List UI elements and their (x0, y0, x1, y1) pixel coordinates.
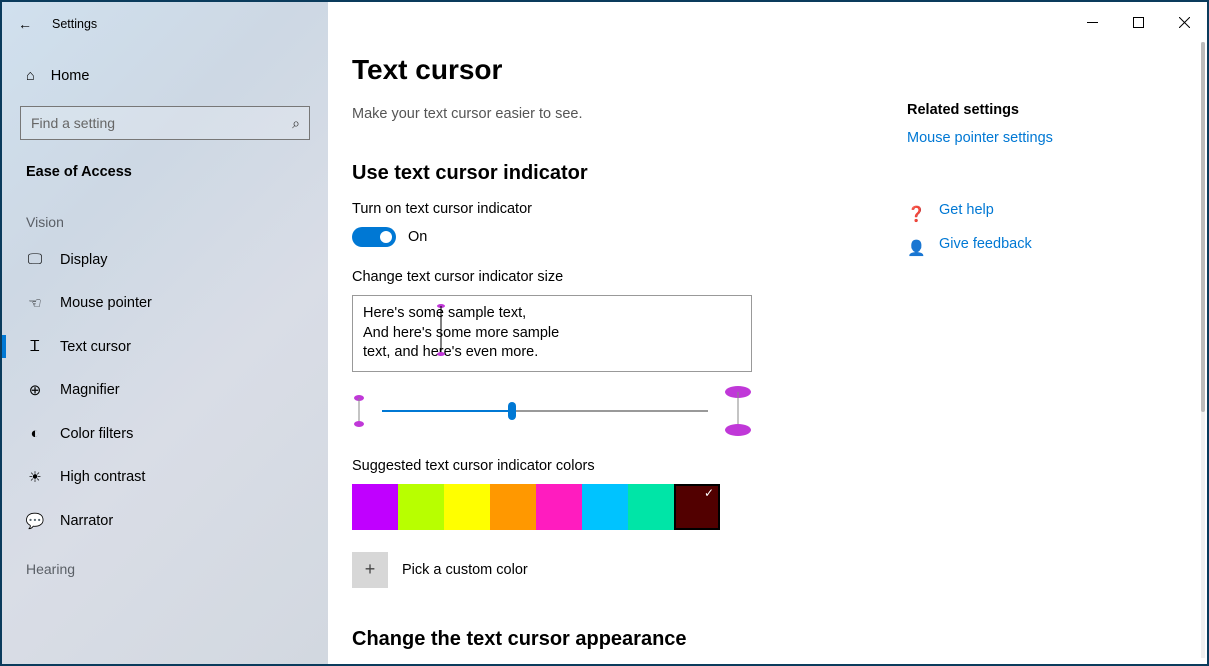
sidebar-item-narrator[interactable]: 💬 Narrator (2, 499, 328, 543)
sample-text-cursor-indicator (436, 304, 446, 363)
right-column: Related settings Mouse pointer settings … (897, 54, 1167, 664)
sidebar-home-label: Home (51, 68, 90, 84)
sidebar-item-label: Narrator (60, 513, 113, 529)
close-button[interactable] (1161, 6, 1207, 38)
color-swatch[interactable] (490, 484, 536, 530)
custom-color-label: Pick a custom color (402, 562, 528, 578)
sample-line: Here's some sample text, (363, 304, 741, 324)
search-icon: ⌕ (292, 115, 300, 132)
colors-label: Suggested text cursor indicator colors (352, 458, 897, 474)
color-swatch[interactable] (674, 484, 720, 530)
related-link-mouse-pointer[interactable]: Mouse pointer settings (907, 130, 1167, 146)
sidebar-item-mouse-pointer[interactable]: ☜ Mouse pointer (2, 281, 328, 325)
get-help-link[interactable]: Get help (939, 202, 994, 218)
feedback-icon: 👤 (907, 239, 925, 257)
magnifier-icon: ⊕ (26, 381, 44, 399)
color-swatches (352, 484, 897, 530)
size-label: Change text cursor indicator size (352, 269, 897, 285)
page-description: Make your text cursor easier to see. (352, 106, 897, 122)
color-filters-icon: ◐ (26, 425, 44, 442)
toggle-state: On (408, 229, 427, 245)
size-slider-max-icon (724, 386, 752, 436)
sample-text-preview: Here's some sample text, And here's some… (352, 295, 752, 372)
narrator-icon: 💬 (26, 512, 44, 530)
sidebar-item-label: Color filters (60, 426, 133, 442)
sidebar-item-display[interactable]: 🖵 Display (2, 238, 328, 281)
section-heading-appearance: Change the text cursor appearance (352, 628, 897, 651)
main-content: Text cursor Make your text cursor easier… (328, 2, 1207, 664)
related-heading: Related settings (907, 102, 1167, 118)
sidebar-item-text-cursor[interactable]: Ꮖ Text cursor (2, 325, 328, 368)
color-swatch[interactable] (398, 484, 444, 530)
search-input[interactable] (20, 106, 310, 140)
sidebar-item-label: Display (60, 252, 108, 268)
sidebar-section-vision: Vision (2, 196, 328, 238)
pick-custom-color[interactable]: + Pick a custom color (352, 552, 897, 588)
sidebar-item-magnifier[interactable]: ⊕ Magnifier (2, 368, 328, 412)
color-swatch[interactable] (628, 484, 674, 530)
give-feedback-row[interactable]: 👤 Give feedback (907, 236, 1167, 260)
color-swatch[interactable] (582, 484, 628, 530)
sidebar-item-label: High contrast (60, 469, 145, 485)
sample-line: And here's some more sample (363, 324, 741, 344)
give-feedback-link[interactable]: Give feedback (939, 236, 1032, 252)
sidebar-home[interactable]: ⌂ Home (2, 58, 328, 96)
sample-line: text, and here's even more. (363, 343, 741, 363)
color-swatch[interactable] (444, 484, 490, 530)
titlebar (2, 2, 1207, 42)
plus-icon: + (352, 552, 388, 588)
home-icon: ⌂ (26, 68, 35, 84)
sidebar-item-label: Magnifier (60, 382, 120, 398)
indicator-toggle[interactable] (352, 227, 396, 247)
scrollbar[interactable] (1201, 42, 1205, 658)
pointer-icon: ☜ (26, 294, 44, 312)
scrollbar-thumb[interactable] (1201, 42, 1205, 412)
text-cursor-icon: Ꮖ (26, 338, 44, 355)
sidebar-group-header: Ease of Access (2, 154, 328, 196)
section-heading-indicator: Use text cursor indicator (352, 162, 897, 185)
maximize-button[interactable] (1115, 6, 1161, 38)
sidebar-item-label: Mouse pointer (60, 295, 152, 311)
minimize-button[interactable] (1069, 6, 1115, 38)
sidebar-item-label: Text cursor (60, 339, 131, 355)
page-title: Text cursor (352, 54, 897, 86)
color-swatch[interactable] (536, 484, 582, 530)
get-help-row[interactable]: ❓ Get help (907, 202, 1167, 226)
sidebar-section-hearing: Hearing (2, 543, 328, 585)
search-box[interactable]: ⌕ (20, 106, 310, 140)
sidebar-item-color-filters[interactable]: ◐ Color filters (2, 412, 328, 455)
color-swatch[interactable] (352, 484, 398, 530)
help-icon: ❓ (907, 205, 925, 223)
size-slider-thumb[interactable] (508, 402, 516, 420)
high-contrast-icon: ☀ (26, 468, 44, 486)
display-icon: 🖵 (26, 251, 44, 268)
sidebar-item-high-contrast[interactable]: ☀ High contrast (2, 455, 328, 499)
size-slider-min-icon (352, 395, 366, 427)
size-slider[interactable] (382, 410, 708, 412)
sidebar: ← Settings ⌂ Home ⌕ Ease of Access Visio… (2, 2, 328, 664)
toggle-label: Turn on text cursor indicator (352, 201, 897, 217)
